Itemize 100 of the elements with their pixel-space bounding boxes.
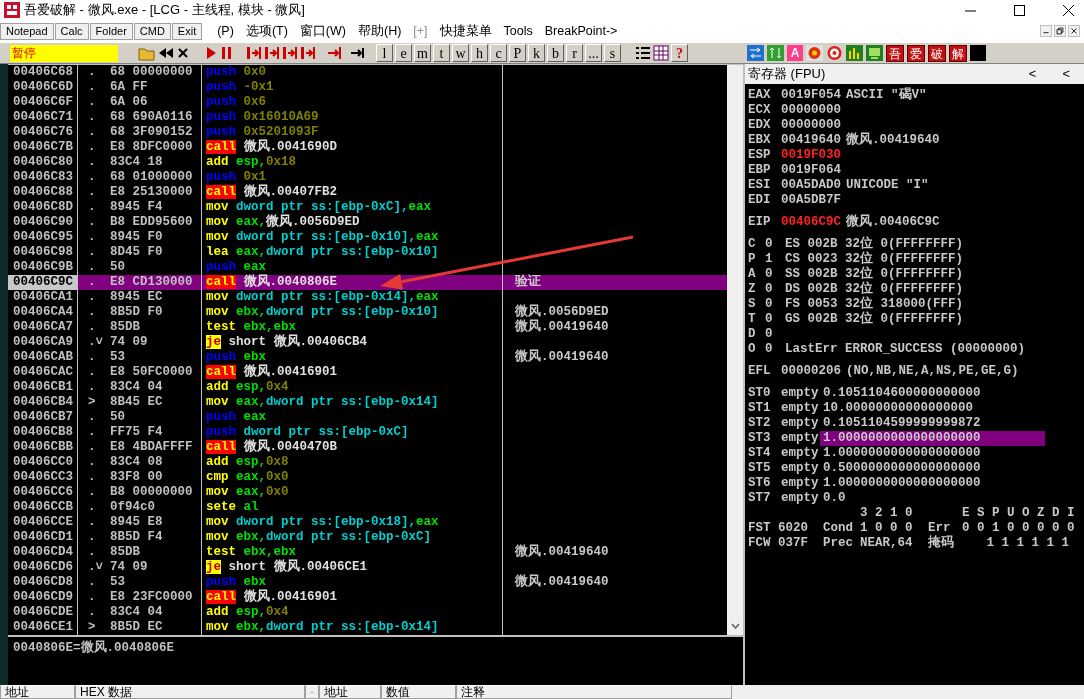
flag-name: O: [748, 342, 757, 357]
register-value[interactable]: 0019F064: [781, 163, 846, 178]
hex-cell: . 68 01000000: [78, 170, 202, 185]
rewind-icon[interactable]: [158, 46, 174, 60]
toolbar-button[interactable]: P: [509, 44, 526, 62]
toolbar-button[interactable]: r: [566, 44, 583, 62]
register-value[interactable]: 00000000: [781, 103, 846, 118]
quick-launch-button[interactable]: Exit: [171, 22, 203, 40]
return-arrow-icon[interactable]: [326, 45, 342, 61]
quick-launch-button[interactable]: CMD: [133, 22, 171, 40]
toolbar-button[interactable]: e: [395, 44, 412, 62]
fpu-value[interactable]: 1.0000000000000000000: [820, 476, 1084, 491]
close-icon[interactable]: [1063, 4, 1074, 16]
toolbar-button[interactable]: ...: [585, 44, 602, 62]
flag-value[interactable]: 0: [765, 312, 785, 327]
column-header[interactable]: 地址: [319, 685, 381, 699]
toolbar-button[interactable]: 吾: [886, 44, 904, 62]
menu-item[interactable]: (P): [211, 21, 240, 41]
toolbar-button[interactable]: 破: [928, 44, 946, 62]
toolbar-button[interactable]: t: [433, 44, 450, 62]
arrow-to-bar-icon[interactable]: [350, 45, 366, 61]
fpu-value[interactable]: 1.0000000000000000000: [820, 446, 1084, 461]
list-icon[interactable]: [635, 45, 651, 61]
menu-item[interactable]: 快捷菜单: [433, 21, 498, 41]
disassembly-cell: push eax: [202, 410, 503, 425]
fpu-value[interactable]: 1.0000000000000000000: [820, 431, 1045, 446]
address-cell: 00406C8D: [8, 200, 78, 215]
nav-arrow[interactable]: <: [1028, 64, 1037, 84]
flag-value[interactable]: 1: [765, 252, 785, 267]
bar-chart-icon[interactable]: [846, 45, 863, 61]
step-arrow-icon[interactable]: [264, 45, 280, 61]
register-value[interactable]: 00000000: [781, 118, 846, 133]
step-arrow-icon[interactable]: [246, 45, 262, 61]
toolbar-button[interactable]: h: [471, 44, 488, 62]
menu-item[interactable]: 帮助(H): [351, 21, 408, 41]
close-icon[interactable]: [176, 46, 190, 60]
record-icon[interactable]: [806, 45, 823, 61]
fpu-value[interactable]: 10.00000000000000000: [820, 401, 1084, 416]
toolbar-button[interactable]: c: [490, 44, 507, 62]
toolbar-button[interactable]: l: [376, 44, 393, 62]
column-header[interactable]: HEX 数据: [75, 685, 305, 699]
transfer-icon[interactable]: [767, 45, 784, 61]
toolbar-button[interactable]: b: [547, 44, 564, 62]
flag-value[interactable]: 0: [765, 282, 785, 297]
step-arrow-icon[interactable]: [300, 45, 316, 61]
target-icon[interactable]: [826, 45, 843, 61]
register-value[interactable]: 00406C9C: [781, 215, 846, 230]
column-header[interactable]: 注释: [456, 685, 732, 699]
toolbar-button[interactable]: s: [604, 44, 621, 62]
minimize-icon[interactable]: [1040, 25, 1052, 37]
toolbar-button[interactable]: m: [414, 44, 431, 62]
register-value[interactable]: 0019F054: [781, 88, 846, 103]
menu-item[interactable]: 选项(T): [239, 21, 294, 41]
monitor-icon[interactable]: [866, 45, 883, 61]
quick-launch-button[interactable]: Folder: [89, 22, 133, 40]
step-arrow-icon[interactable]: [282, 45, 298, 61]
toolbar-button[interactable]: 解: [949, 44, 967, 62]
fpu-value[interactable]: 0.1051104599999999872: [820, 416, 1084, 431]
disassembly-cell: mov eax,微风.0056D9ED: [202, 215, 503, 230]
register-value[interactable]: 00A5DAD0: [781, 178, 846, 193]
toolbar-button[interactable]: k: [528, 44, 545, 62]
column-header[interactable]: 地址: [0, 685, 75, 699]
fpu-register-name: ST1: [748, 401, 772, 416]
toolbar-button[interactable]: 爱: [907, 44, 925, 62]
play-icon[interactable]: [204, 46, 218, 60]
address-cell: 00406CB1: [8, 380, 78, 395]
hex-cell: . 83C4 08: [78, 455, 202, 470]
register-value[interactable]: 0019F030: [781, 148, 846, 163]
quick-launch-button[interactable]: Notepad: [0, 22, 54, 40]
column-header[interactable]: 数值: [381, 685, 456, 699]
nav-arrow[interactable]: <: [1062, 64, 1070, 84]
menu-item[interactable]: 窗口(W): [293, 21, 352, 41]
fpu-value[interactable]: 0.1051104600000000000: [820, 386, 1084, 401]
hex-cell: . 68 690A0116: [78, 110, 202, 125]
restore-icon[interactable]: [1054, 25, 1066, 37]
menu-item[interactable]: BreakPoint->: [538, 21, 624, 41]
flag-value[interactable]: 0: [765, 327, 785, 342]
quick-launch-button[interactable]: Calc: [54, 22, 89, 40]
fpu-value[interactable]: 0.0: [820, 491, 1084, 506]
help-button[interactable]: ?: [671, 44, 688, 62]
toolbar-button[interactable]: w: [452, 44, 469, 62]
flag-value[interactable]: 0: [765, 237, 785, 252]
swap-arrows-icon[interactable]: [747, 45, 764, 61]
register-value[interactable]: 00A5DB7F: [781, 193, 846, 208]
flag-value[interactable]: 0: [765, 342, 785, 357]
hex-cell: . 85DB: [78, 545, 202, 560]
menu-item[interactable]: Tools: [497, 21, 539, 41]
register-value[interactable]: 00000206: [781, 364, 846, 379]
hex-cell: . E8 4BDAFFFF: [78, 440, 202, 455]
register-comment: 微风.00419640: [846, 133, 941, 148]
register-value[interactable]: 00419640: [781, 133, 846, 148]
pause-icon[interactable]: [220, 46, 234, 60]
flag-value[interactable]: 0: [765, 267, 785, 282]
grid-icon[interactable]: [653, 45, 669, 61]
fpu-value[interactable]: 0.5000000000000000000: [820, 461, 1084, 476]
vertical-scrollbar[interactable]: [727, 65, 743, 635]
maximize-icon[interactable]: [1014, 4, 1025, 16]
field-label: 掩码: [928, 536, 955, 551]
flag-value[interactable]: 0: [765, 297, 785, 312]
chevron-down-icon[interactable]: [730, 623, 740, 629]
